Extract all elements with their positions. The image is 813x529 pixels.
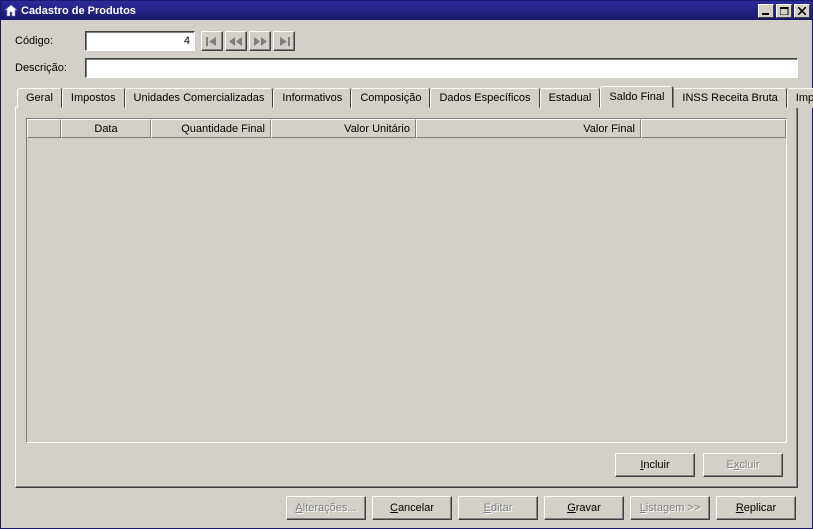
- grid[interactable]: Data Quantidade Final Valor Unitário Val…: [26, 118, 787, 443]
- window-frame: Cadastro de Produtos Código:: [0, 0, 813, 529]
- grid-col-label: Data: [94, 123, 117, 135]
- cancelar-button[interactable]: Cancelar: [372, 496, 452, 520]
- alteracoes-button[interactable]: Alterações...: [286, 496, 366, 520]
- tab-panel-saldo-final: Data Quantidade Final Valor Unitário Val…: [15, 107, 798, 488]
- home-icon: [3, 4, 18, 18]
- tab-dados-especificos[interactable]: Dados Específicos: [430, 88, 539, 108]
- grid-col-data[interactable]: Data: [61, 119, 151, 138]
- tab-label: Importações: [796, 92, 813, 104]
- maximize-button[interactable]: [776, 4, 792, 18]
- tab-inss-receita-bruta[interactable]: INSS Receita Bruta: [673, 88, 786, 108]
- nav-prev-button[interactable]: [225, 31, 247, 51]
- button-label: Gravar: [567, 502, 601, 514]
- descricao-input[interactable]: [85, 58, 798, 78]
- window-controls: [758, 4, 812, 18]
- tab-label: Impostos: [71, 92, 116, 104]
- tab-geral[interactable]: Geral: [17, 88, 62, 108]
- grid-col-quantidade-final[interactable]: Quantidade Final: [151, 119, 271, 138]
- tab-importacoes[interactable]: Importações: [787, 88, 813, 108]
- gravar-button[interactable]: Gravar: [544, 496, 624, 520]
- button-label: Editar: [484, 502, 513, 514]
- tab-unidades-comercializadas[interactable]: Unidades Comercializadas: [125, 88, 274, 108]
- codigo-input[interactable]: [85, 31, 195, 51]
- footer-toolbar: Alterações... Cancelar Editar Gravar Lis…: [15, 496, 798, 520]
- record-nav: [201, 31, 295, 51]
- button-label: Alterações...: [295, 502, 356, 514]
- nav-first-button[interactable]: [201, 31, 223, 51]
- button-label: Excluir: [726, 459, 759, 471]
- tab-label: INSS Receita Bruta: [682, 92, 777, 104]
- grid-col-label: Valor Final: [583, 123, 635, 135]
- tab-estadual[interactable]: Estadual: [540, 88, 601, 108]
- minimize-button[interactable]: [758, 4, 774, 18]
- codigo-row: Código:: [15, 31, 798, 51]
- button-label: Replicar: [736, 502, 776, 514]
- grid-col-label: Quantidade Final: [181, 123, 265, 135]
- client-area: Código: Descrição:: [1, 20, 812, 528]
- tab-label: Informativos: [282, 92, 342, 104]
- tab-label: Estadual: [549, 92, 592, 104]
- listagem-button[interactable]: Listagem >>: [630, 496, 710, 520]
- replicar-button[interactable]: Replicar: [716, 496, 796, 520]
- close-button[interactable]: [794, 4, 810, 18]
- tab-impostos[interactable]: Impostos: [62, 88, 125, 108]
- nav-next-button[interactable]: [249, 31, 271, 51]
- nav-last-button[interactable]: [273, 31, 295, 51]
- editar-button[interactable]: Editar: [458, 496, 538, 520]
- button-label: Incluir: [640, 459, 669, 471]
- tab-label: Geral: [26, 92, 53, 104]
- grid-col-selector[interactable]: [27, 119, 61, 138]
- tab-label: Dados Específicos: [439, 92, 530, 104]
- grid-header: Data Quantidade Final Valor Unitário Val…: [27, 119, 786, 138]
- titlebar[interactable]: Cadastro de Produtos: [1, 1, 812, 20]
- grid-col-label: Valor Unitário: [344, 123, 410, 135]
- button-label: Cancelar: [390, 502, 434, 514]
- incluir-button[interactable]: Incluir: [615, 453, 695, 477]
- descricao-row: Descrição:: [15, 58, 798, 78]
- grid-col-spacer: [641, 119, 786, 138]
- tab-label: Saldo Final: [609, 91, 664, 103]
- tab-composicao[interactable]: Composição: [351, 88, 430, 108]
- descricao-label: Descrição:: [15, 62, 85, 74]
- grid-col-valor-unitario[interactable]: Valor Unitário: [271, 119, 416, 138]
- codigo-label: Código:: [15, 35, 85, 47]
- grid-col-valor-final[interactable]: Valor Final: [416, 119, 641, 138]
- tab-saldo-final[interactable]: Saldo Final: [600, 86, 673, 108]
- button-label: Listagem >>: [640, 502, 701, 514]
- window-title: Cadastro de Produtos: [21, 5, 758, 17]
- tab-label: Unidades Comercializadas: [134, 92, 265, 104]
- tab-informativos[interactable]: Informativos: [273, 88, 351, 108]
- panel-actions: Incluir Excluir: [26, 453, 787, 477]
- excluir-button[interactable]: Excluir: [703, 453, 783, 477]
- tab-label: Composição: [360, 92, 421, 104]
- tabstrip: Geral Impostos Unidades Comercializadas …: [15, 85, 798, 107]
